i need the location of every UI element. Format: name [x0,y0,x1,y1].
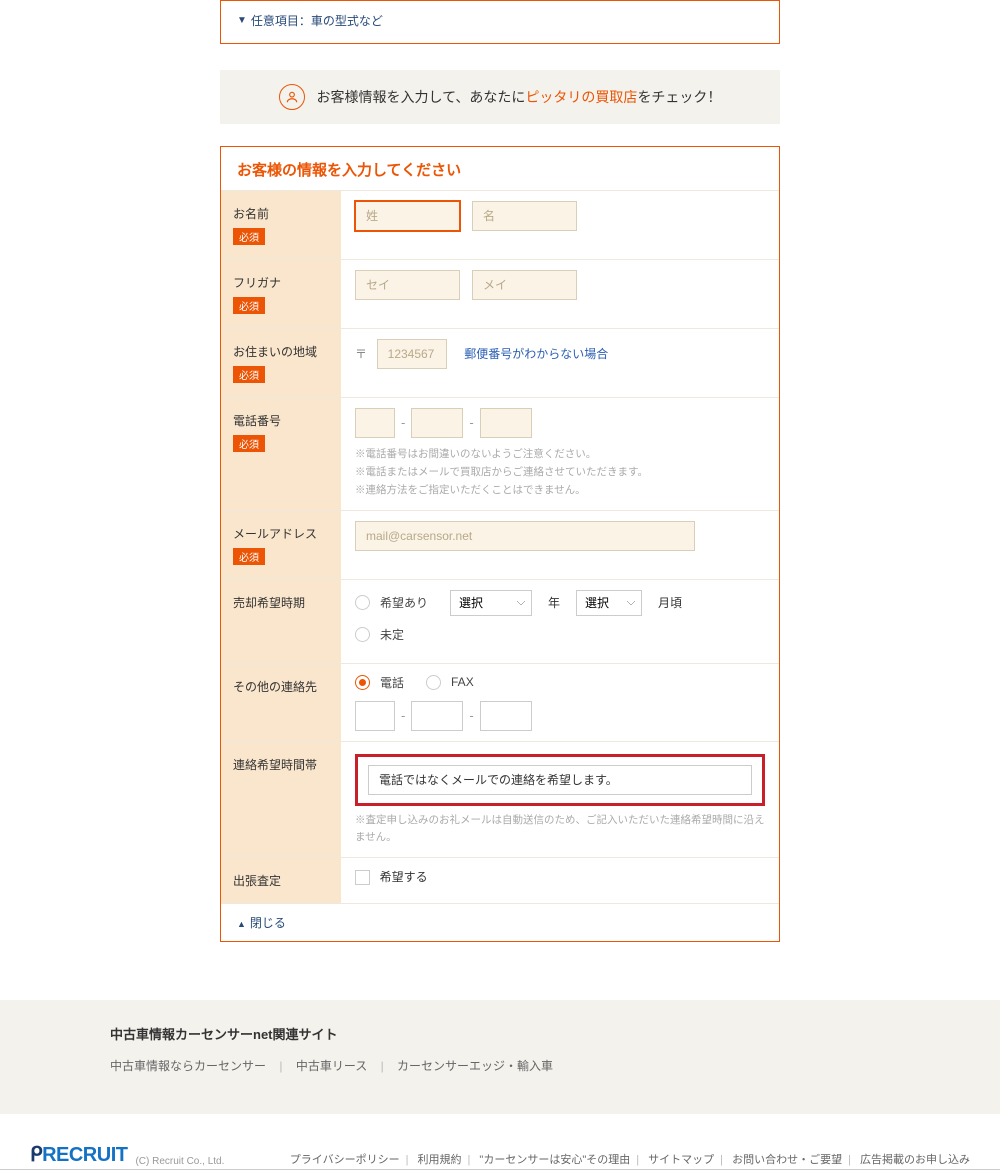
optional-items-box: 任意項目：車の型式など [220,0,780,44]
input-name-sei[interactable] [355,201,460,231]
related-link-1[interactable]: 中古車リース [296,1059,367,1073]
label-email: メールアドレス [233,525,329,542]
input-kana-sei[interactable] [355,270,460,300]
person-icon [279,84,305,110]
related-link-2[interactable]: カーセンサーエッジ・輸入車 [397,1059,553,1073]
required-badge: 必須 [233,366,265,383]
input-kana-mei[interactable] [472,270,577,300]
dash-icon: - [401,415,405,430]
input-name-mei[interactable] [472,201,577,231]
month-suffix: 月頃 [658,594,682,611]
required-badge: 必須 [233,548,265,565]
zip-unknown-link[interactable]: 郵便番号がわからない場合 [464,347,608,361]
checkbox-onsite[interactable] [355,870,370,885]
label-sale-time: 売却希望時期 [233,594,329,611]
footer-link-4[interactable]: お問い合わせ・ご要望 [732,1154,842,1166]
dash-icon: - [401,708,405,723]
customer-form-box: お客様の情報を入力してください お名前 必須 [220,146,780,942]
footer-link-5[interactable]: 広告掲載のお申し込み [860,1154,970,1166]
banner-text-pre: お客様情報を入力して、あなたに [317,89,526,105]
select-sale-month[interactable]: 選択 [576,590,642,616]
radio-other-tel-label: 電話 [380,674,404,691]
label-onsite: 出張査定 [233,872,329,889]
input-other-2[interactable] [411,701,463,731]
label-name: お名前 [233,205,329,222]
tel-note-3: ※連絡方法をご指定いただくことはできません。 [355,482,765,500]
label-region: お住まいの地域 [233,343,329,360]
input-tel-3[interactable] [480,408,532,438]
radio-other-fax[interactable] [426,675,441,690]
input-other-3[interactable] [480,701,532,731]
input-contact-wish[interactable] [368,765,752,795]
footer-link-3[interactable]: サイトマップ [648,1154,714,1166]
label-other-contact: その他の連絡先 [233,678,329,695]
tel-note-1: ※電話番号はお間違いのないようご注意ください。 [355,446,765,464]
required-badge: 必須 [233,228,265,245]
input-email[interactable] [355,521,695,551]
tel-note-2: ※電話またはメールで買取店からご連絡させていただきます。 [355,464,765,482]
select-sale-year[interactable]: 選択 [450,590,532,616]
radio-sale-has-label: 希望あり [380,594,428,611]
footer-link-2[interactable]: "カーセンサーは安心"その理由 [479,1154,630,1166]
related-link-0[interactable]: 中古車情報ならカーセンサー [110,1059,266,1073]
contact-wish-note-1: ※査定申し込みのお礼メールは自動送信のため、ご記入いただいた連絡希望時間に沿えま… [355,812,765,848]
required-badge: 必須 [233,297,265,314]
year-suffix: 年 [548,594,560,611]
footer-link-0[interactable]: プライバシーポリシー [290,1154,400,1166]
info-banner: お客様情報を入力して、あなたにピッタリの買取店をチェック！ [220,70,780,124]
radio-other-tel[interactable] [355,675,370,690]
input-tel-1[interactable] [355,408,395,438]
checkbox-onsite-label: 希望する [380,870,428,884]
label-contact-wish: 連絡希望時間帯 [233,756,329,773]
form-title: お客様の情報を入力してください [221,147,779,190]
required-badge: 必須 [233,435,265,452]
footer: ᑭRECRUIT (C) Recruit Co., Ltd. プライバシーポリシ… [0,1114,1000,1170]
banner-text-post: をチェック！ [637,89,721,105]
footer-link-1[interactable]: 利用規約 [418,1154,462,1166]
divider-icon: | [381,1059,384,1073]
banner-text-highlight: ピッタリの買取店 [525,89,637,105]
radio-other-fax-label: FAX [451,675,474,689]
recruit-logo: ᑭRECRUIT (C) Recruit Co., Ltd. [30,1142,224,1167]
optional-items-toggle[interactable]: 任意項目：車の型式など [237,12,383,29]
dash-icon: - [469,708,473,723]
label-kana: フリガナ [233,274,329,291]
related-title: 中古車情報カーセンサーnet関連サイト [110,1024,890,1043]
dash-icon: - [469,415,473,430]
radio-sale-none[interactable] [355,627,370,642]
label-tel: 電話番号 [233,412,329,429]
form-close-toggle[interactable]: 閉じる [221,903,779,941]
input-other-1[interactable] [355,701,395,731]
input-zip[interactable] [377,339,447,369]
zip-prefix: 〒 [355,347,367,361]
input-tel-2[interactable] [411,408,463,438]
copyright: (C) Recruit Co., Ltd. [135,1156,224,1167]
related-sites-section: 中古車情報カーセンサーnet関連サイト 中古車情報ならカーセンサー | 中古車リ… [0,1000,1000,1114]
radio-sale-has[interactable] [355,595,370,610]
divider-icon: | [279,1059,282,1073]
radio-sale-none-label: 未定 [380,626,404,643]
contact-wish-highlight-box [355,754,765,806]
